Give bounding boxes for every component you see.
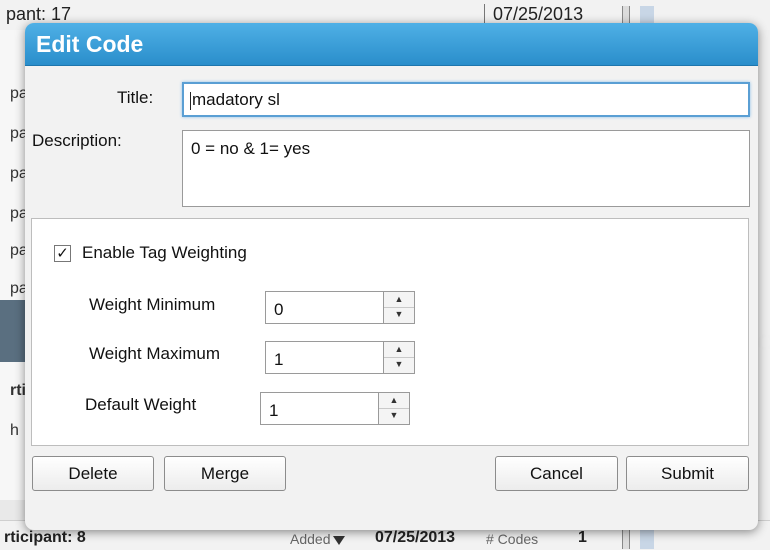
- weight-maximum-stepper-buttons: ▲ ▼: [383, 341, 415, 374]
- background-right-edge: C: [757, 30, 770, 530]
- added-label: Added: [290, 531, 331, 547]
- decrement-arrow-icon[interactable]: ▼: [384, 357, 414, 372]
- background-status-block: [640, 527, 654, 549]
- delete-button[interactable]: Delete: [32, 456, 154, 491]
- weight-maximum-value: 1: [274, 350, 284, 369]
- enable-tag-weighting-label[interactable]: Enable Tag Weighting: [82, 243, 247, 263]
- background-participant-label: rticipant: 8: [4, 529, 86, 546]
- description-value: 0 = no & 1= yes: [191, 139, 311, 158]
- weight-minimum-label: Weight Minimum: [89, 295, 216, 314]
- background-added-sort[interactable]: Added: [290, 531, 346, 547]
- decrement-arrow-icon[interactable]: ▼: [379, 408, 409, 423]
- description-label: Description:: [32, 131, 122, 150]
- background-row-fragment: rti: [10, 382, 26, 399]
- weight-maximum-label: Weight Maximum: [89, 344, 220, 363]
- default-weight-label: Default Weight: [85, 395, 197, 414]
- background-column-divider: [622, 527, 630, 549]
- background-date: 07/25/2013: [484, 4, 583, 25]
- increment-arrow-icon[interactable]: ▲: [379, 393, 409, 409]
- dialog-header: Edit Code: [25, 23, 758, 66]
- merge-button[interactable]: Merge: [164, 456, 286, 491]
- dialog-title: Edit Code: [36, 31, 144, 57]
- background-row-fragment: h: [10, 422, 19, 439]
- background-codes-count: 1: [578, 529, 587, 546]
- weight-maximum-stepper[interactable]: 1 ▲ ▼: [265, 341, 415, 374]
- checkmark-icon: ✓: [56, 245, 69, 262]
- increment-arrow-icon[interactable]: ▲: [384, 292, 414, 308]
- enable-tag-weighting-checkbox[interactable]: ✓: [54, 245, 71, 262]
- increment-arrow-icon[interactable]: ▲: [384, 342, 414, 358]
- default-weight-stepper[interactable]: 1 ▲ ▼: [260, 392, 410, 425]
- default-weight-stepper-buttons: ▲ ▼: [378, 392, 410, 425]
- submit-button[interactable]: Submit: [626, 456, 749, 491]
- background-added-date: 07/25/2013: [375, 529, 456, 546]
- weight-minimum-stepper-buttons: ▲ ▼: [383, 291, 415, 324]
- background-left-column: pa pa pa pa pa pa rti h: [0, 30, 28, 500]
- text-caret: [190, 91, 191, 110]
- title-input[interactable]: madatory sl: [182, 82, 750, 117]
- sort-down-icon: [333, 535, 346, 545]
- default-weight-value: 1: [269, 401, 279, 420]
- edit-code-dialog: Edit Code Title: madatory sl Description…: [25, 23, 758, 530]
- weight-minimum-value: 0: [274, 300, 284, 319]
- description-textarea[interactable]: 0 = no & 1= yes: [182, 130, 750, 207]
- cancel-button[interactable]: Cancel: [495, 456, 618, 491]
- background-participant-fragment: pant: 17: [6, 4, 72, 24]
- weight-minimum-stepper[interactable]: 0 ▲ ▼: [265, 291, 415, 324]
- background-codes-label: # Codes: [486, 531, 539, 547]
- title-label: Title:: [117, 88, 154, 107]
- tag-weighting-panel: ✓ Enable Tag Weighting Weight Minimum 0 …: [31, 218, 749, 446]
- background-right-fragment: C: [757, 330, 770, 355]
- title-input-value: madatory sl: [192, 90, 280, 109]
- decrement-arrow-icon[interactable]: ▼: [384, 307, 414, 322]
